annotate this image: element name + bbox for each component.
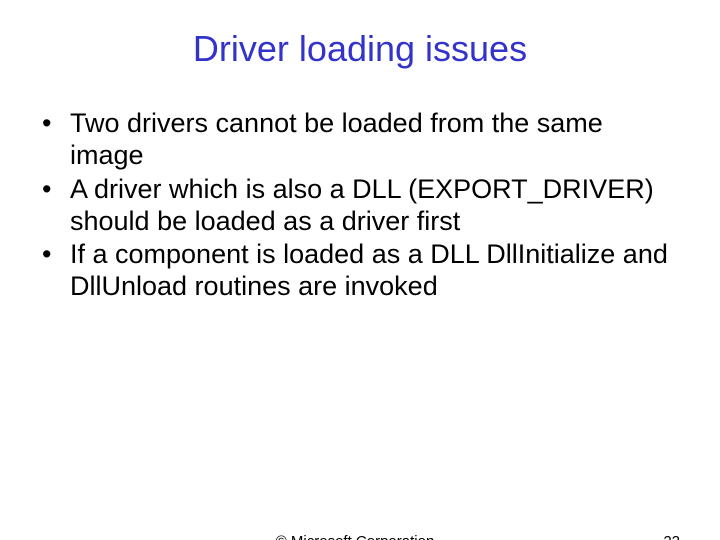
slide-title: Driver loading issues (0, 28, 720, 70)
bullet-list: Two drivers cannot be loaded from the sa… (30, 108, 680, 303)
list-item: A driver which is also a DLL (EXPORT_DRI… (30, 174, 680, 238)
copyright-text: © Microsoft Corporation (30, 533, 680, 540)
slide-content: Two drivers cannot be loaded from the sa… (0, 108, 720, 303)
page-number: 22 (663, 533, 680, 540)
slide: Driver loading issues Two drivers cannot… (0, 28, 720, 540)
list-item: If a component is loaded as a DLL DllIni… (30, 239, 680, 303)
slide-footer: © Microsoft Corporation 22 (0, 533, 720, 540)
list-item: Two drivers cannot be loaded from the sa… (30, 108, 680, 172)
